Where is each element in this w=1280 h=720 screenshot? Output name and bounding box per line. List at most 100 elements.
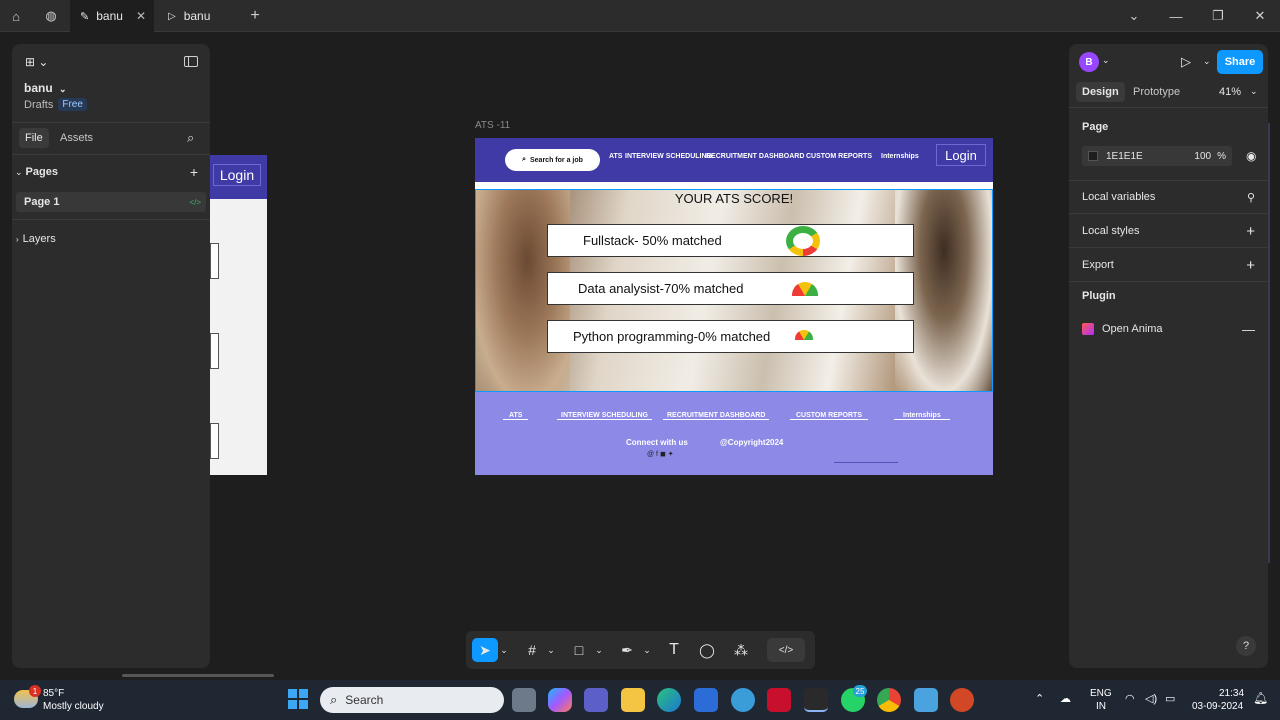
- right-frame-edge: [1268, 123, 1270, 563]
- zoom-level[interactable]: 41%: [1219, 86, 1241, 98]
- avatar[interactable]: B: [1079, 52, 1099, 72]
- tab-banu-prototype[interactable]: ▷ banu: [160, 0, 240, 32]
- comment-tool-icon[interactable]: ◯: [695, 638, 719, 662]
- add-page-icon[interactable]: +: [190, 164, 198, 180]
- app-icon[interactable]: [731, 688, 755, 712]
- frame-label[interactable]: ATS -11: [475, 120, 510, 131]
- nav-link-recruitment[interactable]: RECRUITMENT DASHBOARD: [706, 153, 804, 160]
- language-label[interactable]: ENG: [1090, 688, 1112, 699]
- sidebar-toggle-icon[interactable]: [184, 56, 198, 67]
- store-icon[interactable]: [694, 688, 718, 712]
- tab-label: banu: [183, 9, 211, 23]
- rectangle-tool-icon[interactable]: □: [567, 638, 591, 662]
- page-item-page-1[interactable]: Page 1 </>: [16, 192, 206, 212]
- share-button[interactable]: Share: [1217, 50, 1263, 74]
- search-icon[interactable]: ⌕: [187, 130, 194, 146]
- chevron-down-icon[interactable]: ⌄: [641, 638, 653, 662]
- photos-icon[interactable]: [914, 688, 938, 712]
- task-view-icon[interactable]: [512, 688, 536, 712]
- onedrive-icon[interactable]: ☁: [1060, 692, 1071, 705]
- layers-header[interactable]: › Layers: [12, 231, 210, 247]
- region-label[interactable]: IN: [1096, 701, 1106, 712]
- background-color-field[interactable]: 1E1E1E 100 %: [1082, 146, 1232, 166]
- footer-link-internships[interactable]: Internships: [894, 412, 950, 420]
- chevron-down-icon[interactable]: ⌄: [545, 638, 557, 662]
- windows-start-icon[interactable]: [288, 689, 308, 709]
- new-tab-icon[interactable]: +: [245, 6, 265, 26]
- copilot-icon[interactable]: [548, 688, 572, 712]
- chevron-down-icon[interactable]: ⌄: [498, 638, 510, 662]
- mcafee-icon[interactable]: [767, 688, 791, 712]
- chevron-up-icon[interactable]: ⌃: [1035, 692, 1044, 705]
- chevron-down-icon[interactable]: ⌄: [1250, 86, 1258, 97]
- text-tool-icon[interactable]: T: [662, 638, 686, 662]
- file-explorer-icon[interactable]: [621, 688, 645, 712]
- tab-file[interactable]: File: [19, 128, 49, 148]
- close-window-icon[interactable]: ✕: [1250, 6, 1270, 26]
- tab-banu-design[interactable]: ✎ banu ✕: [70, 0, 154, 32]
- side-frame[interactable]: Login: [210, 155, 267, 475]
- footer-link-interview[interactable]: INTERVIEW SCHEDULING: [557, 412, 652, 420]
- wifi-icon[interactable]: ◠: [1125, 692, 1135, 705]
- powerpoint-icon[interactable]: [950, 688, 974, 712]
- help-icon[interactable]: ?: [1236, 636, 1256, 656]
- local-variables-row[interactable]: Local variables ⚲: [1069, 188, 1268, 206]
- local-styles-row[interactable]: Local styles +: [1069, 222, 1268, 240]
- teams-icon[interactable]: [584, 688, 608, 712]
- tab-design[interactable]: Design: [1076, 82, 1125, 102]
- battery-icon[interactable]: ▭: [1165, 692, 1175, 705]
- export-row[interactable]: Export +: [1069, 256, 1268, 274]
- figma-menu-icon[interactable]: ⊞ ⌄: [25, 55, 48, 69]
- volume-icon[interactable]: ◁): [1145, 692, 1157, 705]
- notification-bell-icon[interactable]: 🔔︎: [1253, 691, 1268, 705]
- score-box-python: Python programming-0% matched: [547, 320, 914, 353]
- dev-mode-icon[interactable]: </>: [767, 638, 805, 662]
- maximize-icon[interactable]: ❐: [1208, 6, 1228, 26]
- variables-icon[interactable]: ⚲: [1247, 191, 1255, 204]
- chevron-down-icon[interactable]: ⌄: [593, 638, 605, 662]
- close-icon[interactable]: ✕: [136, 9, 146, 23]
- frame-tool-icon[interactable]: #: [520, 638, 544, 662]
- footer-link-reports[interactable]: CUSTOM REPORTS: [790, 412, 868, 420]
- tab-prototype[interactable]: Prototype: [1133, 86, 1180, 98]
- clock-date[interactable]: 03-09-2024: [1192, 701, 1243, 712]
- weather-desc[interactable]: Mostly cloudy: [43, 701, 104, 712]
- tab-assets[interactable]: Assets: [60, 132, 93, 144]
- taskbar-search[interactable]: ⌕ Search: [320, 687, 504, 713]
- footer-link-recruitment[interactable]: RECRUITMENT DASHBOARD: [663, 412, 770, 420]
- footer-link-ats[interactable]: ATS: [503, 412, 529, 420]
- nav-link-interview[interactable]: INTERVIEW SCHEDULING: [625, 153, 712, 160]
- add-icon[interactable]: +: [1246, 257, 1255, 274]
- add-icon[interactable]: +: [1246, 223, 1255, 240]
- globe-icon[interactable]: ◍: [41, 6, 61, 26]
- components-tool-icon[interactable]: ⁂: [729, 638, 753, 662]
- move-tool-icon[interactable]: ➤: [472, 638, 498, 662]
- edge-icon[interactable]: [657, 688, 681, 712]
- chevron-down-icon[interactable]: ⌄: [1124, 6, 1144, 26]
- plugin-item-open-anima[interactable]: Open Anima —: [1069, 320, 1268, 338]
- present-icon[interactable]: ▷: [1181, 54, 1191, 70]
- pen-tool-icon[interactable]: ✒: [615, 638, 639, 662]
- minimize-icon[interactable]: —: [1166, 6, 1186, 26]
- weather-temp[interactable]: 85°F: [43, 688, 64, 699]
- social-icons[interactable]: @ f ◼ ✦: [647, 450, 674, 458]
- figma-icon[interactable]: [804, 688, 828, 712]
- file-name[interactable]: banu ⌄: [24, 81, 67, 95]
- chevron-down-icon[interactable]: ⌄: [1102, 55, 1110, 66]
- side-login-button[interactable]: Login: [213, 164, 261, 186]
- eye-icon[interactable]: ◉: [1246, 149, 1256, 163]
- remove-icon[interactable]: —: [1242, 322, 1255, 337]
- job-search-pill[interactable]: ⌕ Search for a job: [505, 149, 600, 171]
- horizontal-scrollbar[interactable]: [122, 674, 274, 677]
- nav-link-ats[interactable]: ATS: [609, 153, 622, 160]
- login-button[interactable]: Login: [936, 144, 986, 166]
- chevron-down-icon[interactable]: ⌄: [1203, 56, 1211, 67]
- frame-ats-11[interactable]: ⌕ Search for a job ATS INTERVIEW SCHEDUL…: [475, 138, 993, 475]
- clock-time[interactable]: 21:34: [1219, 688, 1244, 699]
- nav-link-reports[interactable]: CUSTOM REPORTS: [806, 153, 872, 160]
- ats-score-title: YOUR ATS SCORE!: [674, 191, 794, 206]
- nav-link-internships[interactable]: Internships: [881, 153, 919, 160]
- chrome-icon[interactable]: [877, 688, 901, 712]
- home-icon[interactable]: ⌂: [6, 6, 26, 26]
- pages-header[interactable]: ⌄ Pages +: [12, 164, 210, 180]
